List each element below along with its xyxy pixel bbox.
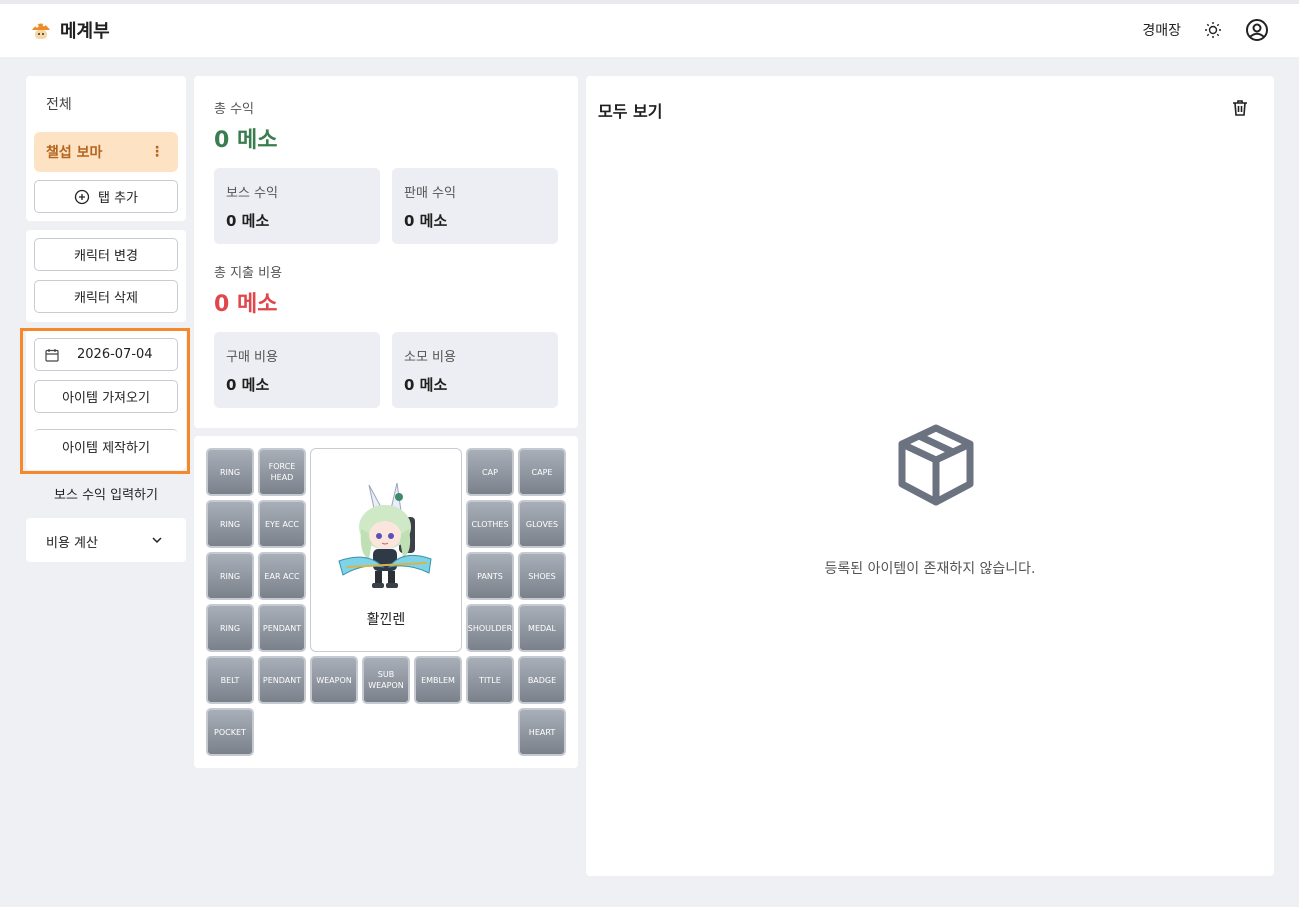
- equip-slot-sub-weapon[interactable]: SUB WEAPON: [362, 656, 410, 704]
- empty-box-icon: [898, 424, 974, 506]
- purchase-cost-value: 0 메소: [226, 376, 270, 394]
- equip-slot-cap[interactable]: CAP: [466, 448, 514, 496]
- character-avatar: [338, 483, 432, 588]
- mushroom-logo-icon: [32, 23, 50, 39]
- top-navbar: 메계부 경매장: [0, 0, 1299, 57]
- character-card: 활낀렌: [310, 448, 462, 652]
- consumable-cost-box: 소모 비용 0 메소: [392, 332, 558, 408]
- boss-income-input-label: 보스 수익 입력하기: [54, 488, 158, 503]
- equip-slot-pants[interactable]: PANTS: [466, 552, 514, 600]
- theme-toggle-icon[interactable]: [1201, 18, 1225, 42]
- tab-active-label: 챌섭 보마: [46, 145, 103, 161]
- equip-slot-emblem[interactable]: EMBLEM: [414, 656, 462, 704]
- equip-slot-ring[interactable]: RING: [206, 500, 254, 548]
- boss-income-input-button[interactable]: 보스 수익 입력하기: [26, 474, 186, 510]
- equip-slot-title[interactable]: TITLE: [466, 656, 514, 704]
- equip-slot-shoes[interactable]: SHOES: [518, 552, 566, 600]
- equip-slot-ring[interactable]: RING: [206, 604, 254, 652]
- purchase-cost-label: 구매 비용: [226, 350, 278, 365]
- delete-character-button[interactable]: 캐릭터 삭제: [34, 280, 178, 313]
- equip-slot-clothes[interactable]: CLOTHES: [466, 500, 514, 548]
- total-income-label: 총 수익: [214, 102, 255, 117]
- add-tab-button[interactable]: 탭 추가: [34, 180, 178, 213]
- user-profile-icon[interactable]: [1245, 18, 1269, 42]
- empty-items-message: 등록된 아이템이 존재하지 않습니다.: [824, 561, 1036, 577]
- total-income-value: 0 메소: [214, 128, 278, 153]
- app-title: 메계부: [60, 21, 110, 42]
- equip-slot-heart[interactable]: HEART: [518, 708, 566, 756]
- total-expense-label: 총 지출 비용: [214, 266, 283, 281]
- equip-slot-pendant[interactable]: PENDANT: [258, 656, 306, 704]
- cost-calc-label: 비용 계산: [46, 536, 98, 551]
- equip-slot-badge[interactable]: BADGE: [518, 656, 566, 704]
- equip-slot-shoulder[interactable]: SHOULDER: [466, 604, 514, 652]
- sales-income-label: 판매 수익: [404, 186, 456, 201]
- equip-slot-belt[interactable]: BELT: [206, 656, 254, 704]
- trash-icon[interactable]: [1230, 98, 1250, 118]
- character-actions-panel: 캐릭터 변경 캐릭터 삭제: [26, 230, 186, 322]
- tab-list-panel: 전체 챌섭 보마 ⋮ 탭 추가: [26, 76, 186, 221]
- chevron-down-icon: [152, 537, 162, 544]
- equip-slot-medal[interactable]: MEDAL: [518, 604, 566, 652]
- equipment-panel: RING FORCE HEAD CAP CAPE RING EYE ACC CL…: [194, 436, 578, 768]
- equip-slot-weapon[interactable]: WEAPON: [310, 656, 358, 704]
- sales-income-value: 0 메소: [404, 212, 448, 230]
- equip-slot-ring[interactable]: RING: [206, 552, 254, 600]
- purchase-cost-box: 구매 비용 0 메소: [214, 332, 380, 408]
- summary-panel: 총 수익 0 메소 보스 수익 0 메소 판매 수익 0 메소 총 지출 비용 …: [194, 76, 578, 428]
- items-panel: 모두 보기 등록된 아이템이 존재하지 않습니다.: [586, 76, 1274, 876]
- equip-slot-eye-acc[interactable]: EYE ACC: [258, 500, 306, 548]
- more-options-icon[interactable]: ⋮: [150, 144, 164, 160]
- boss-income-label: 보스 수익: [226, 186, 278, 201]
- total-expense-value: 0 메소: [214, 292, 278, 317]
- consumable-cost-value: 0 메소: [404, 376, 448, 394]
- equip-slot-ring[interactable]: RING: [206, 448, 254, 496]
- boss-income-box: 보스 수익 0 메소: [214, 168, 380, 244]
- character-name: 활낀렌: [366, 612, 406, 628]
- tab-active-character[interactable]: 챌섭 보마 ⋮: [34, 132, 178, 172]
- equip-slot-gloves[interactable]: GLOVES: [518, 500, 566, 548]
- cost-calc-dropdown[interactable]: 비용 계산: [26, 518, 186, 562]
- equip-slot-pocket[interactable]: POCKET: [206, 708, 254, 756]
- equip-slot-cape[interactable]: CAPE: [518, 448, 566, 496]
- sales-income-box: 판매 수익 0 메소: [392, 168, 558, 244]
- boss-income-value: 0 메소: [226, 212, 270, 230]
- tab-all[interactable]: 전체: [46, 94, 72, 114]
- auction-link[interactable]: 경매장: [1142, 20, 1181, 40]
- change-character-button[interactable]: 캐릭터 변경: [34, 238, 178, 271]
- add-tab-label: 탭 추가: [97, 191, 138, 206]
- equip-slot-ear-acc[interactable]: EAR ACC: [258, 552, 306, 600]
- items-panel-title: 모두 보기: [598, 102, 663, 121]
- app-logo[interactable]: 메계부: [30, 17, 110, 43]
- consumable-cost-label: 소모 비용: [404, 350, 456, 365]
- highlight-box: [20, 328, 190, 474]
- plus-circle-icon: [74, 189, 90, 204]
- equip-slot-force-head[interactable]: FORCE HEAD: [258, 448, 306, 496]
- equip-slot-pendant[interactable]: PENDANT: [258, 604, 306, 652]
